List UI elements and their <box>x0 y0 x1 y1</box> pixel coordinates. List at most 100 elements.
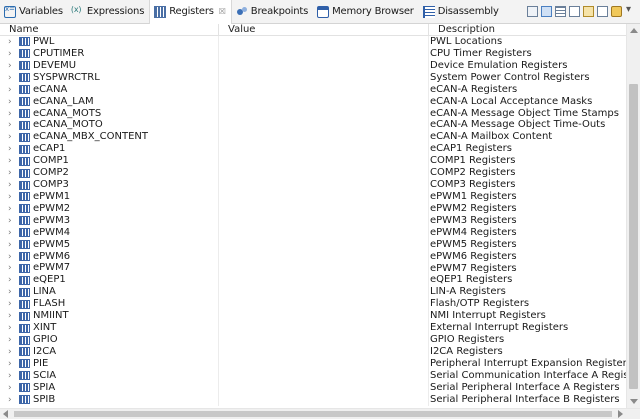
expand-arrow-icon[interactable]: › <box>8 168 16 178</box>
register-value-cell[interactable] <box>218 179 428 191</box>
table-row[interactable]: › eCANA_MBX_CONTENT eCAN-A Mailbox Content <box>0 131 626 144</box>
register-value-cell[interactable] <box>218 393 428 406</box>
table-row[interactable]: › eQEP1 eQEP1 Registers <box>0 274 626 287</box>
tab-registers[interactable]: Registers ☒ <box>149 0 232 24</box>
table-row[interactable]: › FLASH Flash/OTP Registers <box>0 298 626 311</box>
scroll-right-icon[interactable] <box>618 410 623 418</box>
register-value-cell[interactable] <box>218 286 428 299</box>
register-value-cell[interactable] <box>218 131 428 144</box>
table-row[interactable]: › PIE Peripheral Interrupt Expansion Regis… <box>0 358 626 370</box>
expand-arrow-icon[interactable]: › <box>8 371 16 381</box>
expand-arrow-icon[interactable]: › <box>8 97 16 107</box>
expand-arrow-icon[interactable]: › <box>8 228 16 238</box>
table-row[interactable]: › COMP2 COMP2 Registers <box>0 167 626 180</box>
expand-arrow-icon[interactable]: › <box>8 287 16 297</box>
expand-arrow-icon[interactable]: › <box>8 192 16 202</box>
scroll-down-icon[interactable] <box>630 399 638 404</box>
column-header-value[interactable]: Value <box>218 24 428 35</box>
scroll-thumb-horizontal[interactable] <box>14 411 612 417</box>
table-row[interactable]: › SYSPWRCTRL System Power Control Register… <box>0 72 626 84</box>
horizontal-scrollbar[interactable] <box>0 408 640 419</box>
register-value-cell[interactable] <box>218 95 428 108</box>
table-row[interactable]: › SPIB Serial Peripheral Interface B Regis… <box>0 394 626 406</box>
table-row[interactable]: › GPIO GPIO Registers <box>0 334 626 346</box>
scroll-up-icon[interactable] <box>630 28 638 33</box>
tab-disassembly[interactable]: Disassembly <box>419 1 504 23</box>
register-value-cell[interactable] <box>218 369 428 382</box>
table-row[interactable]: › LINA LIN-A Registers <box>0 286 626 299</box>
tab-memory-browser[interactable]: Memory Browser <box>313 1 419 23</box>
column-header-name[interactable]: Name <box>0 24 218 35</box>
close-tab-icon[interactable]: ☒ <box>219 7 226 16</box>
table-row[interactable]: › SPIA Serial Peripheral Interface A Regis… <box>0 382 626 394</box>
expand-arrow-icon[interactable]: › <box>8 85 16 95</box>
register-value-cell[interactable] <box>218 167 428 180</box>
register-value-cell[interactable] <box>218 250 428 263</box>
toolbar-grid-icon[interactable] <box>569 6 580 17</box>
expand-arrow-icon[interactable]: › <box>8 335 16 345</box>
table-row[interactable]: › DEVEMU Device Emulation Registers <box>0 60 626 72</box>
toolbar-list-icon[interactable] <box>555 6 566 17</box>
expand-arrow-icon[interactable]: › <box>8 383 16 393</box>
table-row[interactable]: › COMP3 COMP3 Registers <box>0 179 626 191</box>
register-value-cell[interactable] <box>218 298 428 311</box>
table-row[interactable]: › ePWM4 ePWM4 Registers <box>0 227 626 239</box>
table-row[interactable]: › CPUTIMER CPU Timer Registers <box>0 48 626 60</box>
toolbar-new-group-icon[interactable] <box>583 6 594 17</box>
view-menu-icon[interactable] <box>625 4 636 17</box>
expand-arrow-icon[interactable]: › <box>8 49 16 59</box>
expand-arrow-icon[interactable]: › <box>8 252 16 262</box>
table-row[interactable]: › ePWM1 ePWM1 Registers <box>0 191 626 203</box>
register-value-cell[interactable] <box>218 119 428 132</box>
tab-breakpoints[interactable]: Breakpoints <box>232 1 313 23</box>
register-value-cell[interactable] <box>218 155 428 168</box>
register-value-cell[interactable] <box>218 143 428 156</box>
expand-arrow-icon[interactable]: › <box>8 61 16 71</box>
register-value-cell[interactable] <box>218 202 428 215</box>
toolbar-window-icon[interactable] <box>597 6 608 17</box>
table-row[interactable]: › COMP1 COMP1 Registers <box>0 155 626 168</box>
register-value-cell[interactable] <box>218 310 428 323</box>
register-value-cell[interactable] <box>218 59 428 72</box>
table-row[interactable]: › NMIINT NMI Interrupt Registers <box>0 310 626 323</box>
column-header-description[interactable]: Description <box>428 24 626 35</box>
register-value-cell[interactable] <box>218 36 428 48</box>
table-row[interactable]: › ePWM3 ePWM3 Registers <box>0 215 626 227</box>
vertical-scrollbar[interactable] <box>626 24 640 408</box>
register-value-cell[interactable] <box>218 274 428 287</box>
tab-variables[interactable]: Variables <box>0 1 68 23</box>
scroll-left-icon[interactable] <box>3 410 8 418</box>
table-row[interactable]: › eCANA eCAN-A Registers <box>0 84 626 96</box>
toolbar-sync-icon[interactable] <box>541 6 552 17</box>
expand-arrow-icon[interactable]: › <box>8 275 16 285</box>
expand-arrow-icon[interactable]: › <box>8 37 16 47</box>
expand-arrow-icon[interactable]: › <box>8 132 16 142</box>
register-value-cell[interactable] <box>218 238 428 251</box>
register-value-cell[interactable] <box>218 345 428 358</box>
register-value-cell[interactable] <box>218 381 428 394</box>
register-value-cell[interactable] <box>218 357 428 370</box>
table-row[interactable]: › ePWM6 ePWM6 Registers <box>0 251 626 263</box>
expand-arrow-icon[interactable]: › <box>8 73 16 83</box>
expand-arrow-icon[interactable]: › <box>8 347 16 357</box>
table-row[interactable]: › XINT External Interrupt Registers <box>0 322 626 335</box>
expand-arrow-icon[interactable]: › <box>8 323 16 333</box>
table-row[interactable]: › ePWM7 ePWM7 Registers <box>0 262 626 275</box>
expand-arrow-icon[interactable]: › <box>8 156 16 166</box>
table-row[interactable]: › ePWM5 ePWM5 Registers <box>0 239 626 251</box>
table-row[interactable]: › eCANA_LAM eCAN-A Local Acceptance Masks <box>0 96 626 108</box>
register-value-cell[interactable] <box>218 47 428 60</box>
register-value-cell[interactable] <box>218 71 428 84</box>
expand-arrow-icon[interactable]: › <box>8 204 16 214</box>
register-value-cell[interactable] <box>218 214 428 227</box>
tab-expressions[interactable]: Expressions <box>68 1 149 23</box>
table-row[interactable]: › eCAP1 eCAP1 Registers <box>0 143 626 156</box>
toolbar-refresh-icon[interactable] <box>527 6 538 17</box>
toolbar-settings-icon[interactable] <box>611 6 622 17</box>
register-value-cell[interactable] <box>218 262 428 275</box>
expand-arrow-icon[interactable]: › <box>8 216 16 226</box>
register-value-cell[interactable] <box>218 107 428 120</box>
table-row[interactable]: › eCANA_MOTO eCAN-A Message Object Time-Ou… <box>0 119 626 132</box>
table-row[interactable]: › SCIA Serial Communication Interface A Re… <box>0 370 626 382</box>
expand-arrow-icon[interactable]: › <box>8 120 16 130</box>
